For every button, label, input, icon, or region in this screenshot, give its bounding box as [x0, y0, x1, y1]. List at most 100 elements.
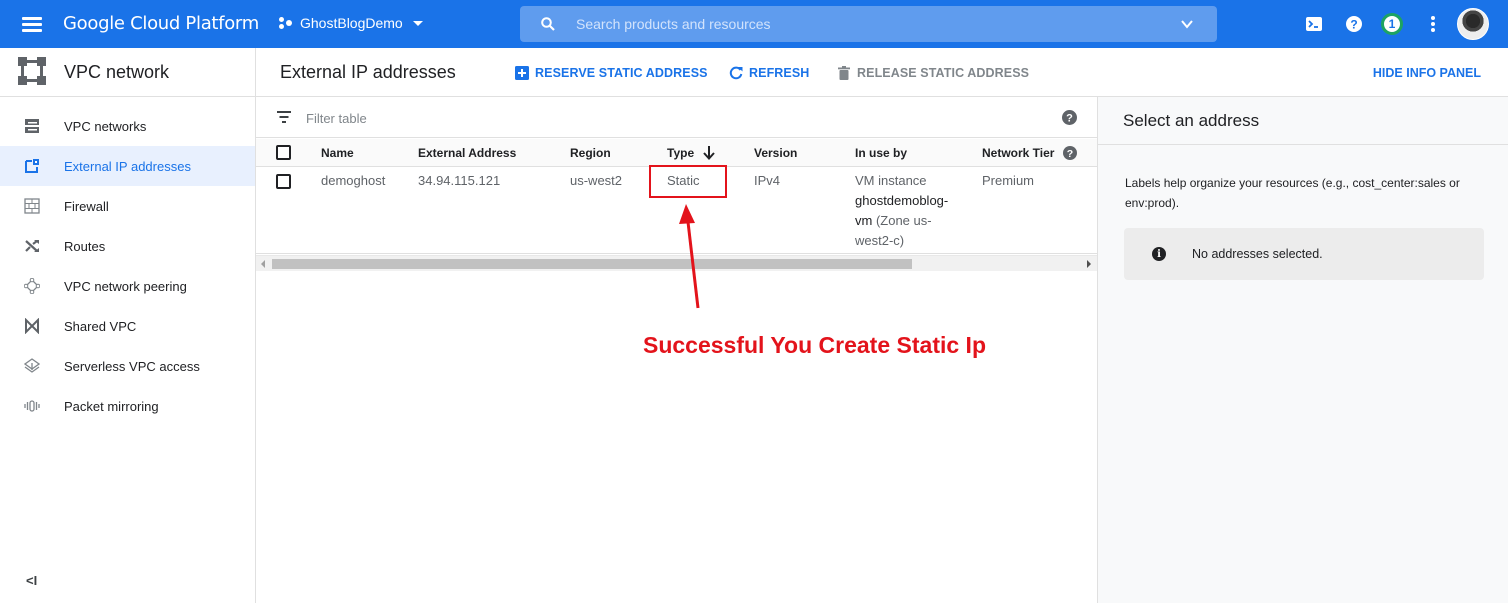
serverless-icon — [24, 358, 40, 373]
search-expand-icon[interactable] — [1179, 16, 1195, 32]
help-icon[interactable]: ? — [1342, 12, 1366, 36]
project-selector[interactable]: GhostBlogDemo — [278, 15, 423, 31]
scrollbar-thumb[interactable] — [272, 259, 912, 269]
brand-title[interactable]: Google Cloud Platform — [63, 13, 259, 34]
horizontal-scrollbar[interactable] — [256, 255, 1097, 271]
hide-info-panel-button[interactable]: HIDE INFO PANEL — [1373, 66, 1481, 80]
sidebar-item-serverless-vpc-access[interactable]: Serverless VPC access — [0, 346, 255, 386]
info-panel: Select an address Labels help organize y… — [1097, 97, 1508, 603]
sidebar-item-label: Packet mirroring — [64, 399, 159, 414]
search-icon — [541, 17, 555, 31]
select-all-checkbox[interactable] — [276, 145, 291, 160]
vpc-network-logo-icon — [18, 57, 46, 85]
column-header-type-label: Type — [667, 146, 695, 160]
info-icon: i — [1152, 247, 1166, 261]
svg-text:?: ? — [1350, 18, 1357, 32]
network-tier-help-icon[interactable]: ? — [1062, 146, 1077, 160]
sidebar-item-firewall[interactable]: Firewall — [0, 186, 255, 226]
in-use-by-instance-link[interactable]: ghostdemoblog- — [855, 193, 948, 208]
add-box-icon — [514, 65, 530, 81]
sidebar-item-packet-mirroring[interactable]: Packet mirroring — [0, 386, 255, 426]
reserve-static-address-label: RESERVE STATIC ADDRESS — [535, 66, 708, 80]
column-header-name[interactable]: Name — [321, 146, 354, 160]
cell-name: demoghost — [321, 173, 386, 188]
in-use-by-type: VM instance — [855, 173, 927, 188]
svg-text:?: ? — [1067, 148, 1073, 160]
annotation-highlight-box — [649, 165, 727, 198]
sidebar-item-label: Shared VPC — [64, 319, 137, 334]
refresh-label: REFRESH — [749, 66, 810, 80]
empty-state-message: No addresses selected. — [1192, 247, 1323, 261]
column-header-network-tier-label: Network Tier — [982, 146, 1055, 160]
column-header-network-tier[interactable]: Network Tier ? — [982, 146, 1077, 160]
sidebar-item-label: Firewall — [64, 199, 109, 214]
svg-text:?: ? — [1066, 113, 1073, 125]
page-toolbar: External IP addresses RESERVE STATIC ADD… — [256, 48, 1508, 97]
sidebar-item-shared-vpc[interactable]: Shared VPC — [0, 306, 255, 346]
packet-mirroring-icon — [24, 400, 40, 412]
scroll-left-arrow-icon[interactable] — [261, 260, 265, 268]
cell-region: us-west2 — [570, 173, 623, 188]
sidebar-item-label: VPC network peering — [64, 279, 187, 294]
sidebar-item-label: Routes — [64, 239, 106, 254]
in-use-by-zone: (Zone us- — [872, 213, 932, 228]
row-checkbox[interactable] — [276, 174, 291, 189]
chevron-down-icon — [412, 20, 423, 26]
filter-icon[interactable] — [277, 111, 291, 123]
sidebar: VPC network VPC networks External IP add… — [0, 48, 256, 603]
in-use-by-zone-cont: west2-c) — [855, 233, 905, 248]
firewall-icon — [24, 198, 40, 214]
column-header-version[interactable]: Version — [754, 146, 797, 160]
column-header-type[interactable]: Type — [667, 146, 716, 160]
sort-descending-icon — [703, 146, 716, 160]
menu-icon[interactable] — [22, 16, 42, 32]
sidebar-item-routes[interactable]: Routes — [0, 226, 255, 266]
sidebar-item-label: External IP addresses — [64, 159, 191, 174]
trash-icon — [836, 65, 852, 81]
peering-icon — [24, 278, 40, 294]
info-panel-header: Select an address — [1098, 97, 1508, 145]
sidebar-item-external-ip-addresses[interactable]: External IP addresses — [0, 146, 255, 186]
empty-state-box: i No addresses selected. — [1124, 228, 1484, 280]
collapse-sidebar-icon[interactable]: <I — [26, 573, 37, 588]
notifications-button[interactable]: 1 — [1380, 12, 1404, 36]
cloud-shell-icon[interactable] — [1302, 12, 1326, 36]
project-dots-icon — [278, 15, 294, 31]
table-header: Name External Address Region Type Versio… — [256, 139, 1097, 167]
annotation-text: Successful You Create Static Ip — [643, 332, 986, 358]
filter-table-input[interactable]: Filter table — [306, 111, 367, 126]
avatar[interactable] — [1457, 8, 1489, 40]
vpc-networks-icon — [25, 119, 39, 133]
table-help-icon[interactable]: ? — [1062, 110, 1077, 125]
reserve-static-address-button[interactable]: RESERVE STATIC ADDRESS — [514, 65, 708, 81]
info-panel-description: Labels help organize your resources (e.g… — [1125, 176, 1460, 210]
notification-count: 1 — [1381, 13, 1403, 35]
refresh-icon — [728, 65, 744, 81]
external-ip-icon — [25, 159, 39, 173]
search-placeholder: Search products and resources — [576, 16, 771, 32]
top-app-bar: Google Cloud Platform GhostBlogDemo Sear… — [0, 0, 1508, 48]
search-input[interactable]: Search products and resources — [520, 6, 1217, 42]
sidebar-item-label: VPC networks — [64, 119, 147, 134]
sidebar-item-label: Serverless VPC access — [64, 359, 200, 374]
column-header-region[interactable]: Region — [570, 146, 611, 160]
page-title: External IP addresses — [280, 62, 456, 82]
shared-vpc-icon — [25, 318, 39, 334]
in-use-by-instance-link-cont[interactable]: vm — [855, 213, 872, 228]
cell-network-tier: Premium — [982, 173, 1035, 188]
column-header-external-address[interactable]: External Address — [418, 146, 516, 160]
sidebar-item-vpc-networks[interactable]: VPC networks — [0, 106, 255, 146]
release-static-address-button[interactable]: RELEASE STATIC ADDRESS — [836, 65, 1029, 81]
filter-bar: Filter table ? — [256, 97, 1097, 138]
cell-version: IPv4 — [754, 173, 781, 188]
column-header-in-use-by[interactable]: In use by — [855, 146, 907, 160]
info-panel-title: Select an address — [1123, 111, 1260, 130]
sidebar-header: VPC network — [0, 48, 255, 97]
refresh-button[interactable]: REFRESH — [728, 65, 809, 81]
cell-external-address: 34.94.115.121 — [418, 173, 501, 188]
cell-in-use-by: VM instance ghostdemoblog- vm (Zone us- … — [855, 171, 970, 251]
sidebar-item-vpc-network-peering[interactable]: VPC network peering — [0, 266, 255, 306]
scroll-right-arrow-icon[interactable] — [1087, 260, 1091, 268]
more-options-icon[interactable] — [1421, 12, 1445, 36]
sidebar-nav: VPC networks External IP addresses Firew… — [0, 106, 255, 426]
